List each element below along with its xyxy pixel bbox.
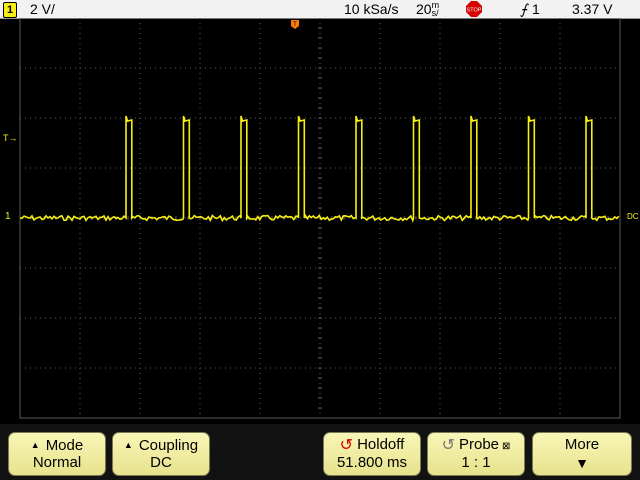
time-per-div-value: 20	[416, 1, 432, 17]
probe-label: Probe	[458, 436, 500, 453]
more-softkey[interactable]: More ▼	[532, 432, 632, 476]
info-icon: ⊠	[502, 441, 511, 452]
coupling-value: DC	[150, 454, 172, 471]
softkey-bar: ▲ Mode Normal ▲ Coupling DC ↺ Holdoff 51.80…	[0, 424, 640, 480]
channel-1-badge[interactable]: 1	[3, 2, 17, 18]
time-unit-bottom: s/	[431, 8, 439, 18]
mode-value: Normal	[32, 454, 82, 471]
coupling-softkey[interactable]: ▲ Coupling DC	[112, 432, 210, 476]
holdoff-softkey[interactable]: ↺ Holdoff 51.800 ms	[323, 432, 421, 476]
rotate-knob-icon: ↺	[441, 437, 455, 454]
run-state-label: STOP	[467, 8, 482, 14]
waveform-display[interactable]: T T→ 1 DC	[0, 18, 640, 424]
trigger-source: 1	[532, 1, 540, 17]
trigger-position-label: T	[293, 22, 297, 28]
mode-softkey[interactable]: ▲ Mode Normal	[8, 432, 106, 476]
rotate-knob-icon: ↺	[339, 437, 354, 454]
stop-octagon-icon[interactable]: STOP	[466, 1, 482, 17]
probe-softkey[interactable]: ↺ Probe ⊠ 1 : 1	[427, 432, 525, 476]
status-bar: 1 2 V/ 10 kSa/s 20m s/ STOP ⨍ 1 3.37 V	[0, 0, 640, 19]
sample-rate: 10 kSa/s	[344, 1, 399, 17]
holdoff-value: 51.800 ms	[336, 454, 408, 471]
channel-1-ground-marker[interactable]: 1	[5, 211, 11, 222]
probe-value: 1 : 1	[461, 454, 491, 471]
volts-per-div[interactable]: 2 V/	[30, 0, 55, 18]
more-label: More	[564, 436, 600, 453]
down-arrow-icon: ▼	[575, 455, 589, 471]
up-triangle-icon: ▲	[123, 440, 133, 450]
holdoff-label: Holdoff	[357, 436, 405, 453]
trigger-slope-icon: ⨍	[520, 1, 528, 17]
time-unit: m s/	[431, 1, 440, 18]
trigger-level-marker[interactable]: T→	[3, 133, 18, 143]
up-triangle-icon: ▲	[30, 440, 40, 450]
mode-label: Mode	[45, 437, 84, 454]
trigger-level[interactable]: 3.37 V	[572, 0, 612, 18]
coupling-dc-tag: DC	[627, 212, 639, 221]
time-per-div[interactable]: 20m s/	[416, 0, 439, 18]
coupling-label: Coupling	[138, 437, 199, 454]
